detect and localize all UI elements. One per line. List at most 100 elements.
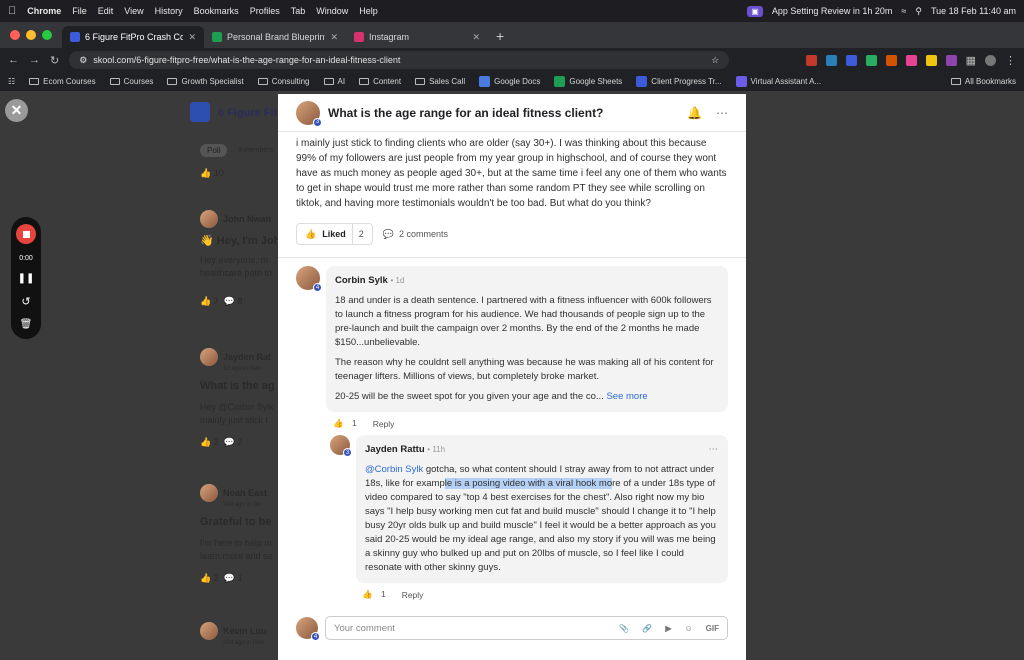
folder-icon xyxy=(257,78,268,85)
bookmark-folder[interactable]: Consulting xyxy=(257,77,310,86)
bookmark-folder[interactable]: Content xyxy=(359,77,401,86)
bell-icon[interactable]: 🔔 xyxy=(687,106,702,120)
apps-icon[interactable]: ☷ xyxy=(8,77,15,86)
maximize-window-button[interactable] xyxy=(42,30,52,40)
attachment-icon[interactable]: 📎 xyxy=(619,624,629,633)
extension-icon[interactable] xyxy=(945,54,957,66)
new-tab-icon[interactable]: + xyxy=(496,28,504,44)
bookmark-link[interactable]: Google Docs xyxy=(479,76,540,87)
like-comment-button[interactable]: 👍 1 xyxy=(333,418,357,429)
pause-icon[interactable]: ❚❚ xyxy=(18,273,35,284)
address-bar[interactable]: ⚙ skool.com/6-figure-fitpro-free/what-is… xyxy=(69,51,730,69)
stop-recording-button[interactable] xyxy=(16,224,36,244)
bookmark-folder[interactable]: AI xyxy=(323,77,346,86)
bookmark-link[interactable]: Virtual Assistant A... xyxy=(735,76,822,87)
feed-post[interactable]: Noah East 24d ago in Ge Grateful to be I… xyxy=(200,484,290,584)
extension-icon[interactable] xyxy=(905,54,917,66)
feed-post[interactable]: John Nwan 👋 Hey, I'm Joh Hey everyone, m… xyxy=(200,210,290,307)
mention-link[interactable]: @Corbin Sylk xyxy=(365,464,423,475)
forward-icon[interactable]: → xyxy=(29,54,40,66)
more-options-icon[interactable]: ⋯ xyxy=(709,443,720,457)
bookmark-folder[interactable]: Ecom Courses xyxy=(29,77,96,86)
tab-fitpro[interactable]: 6 Figure FitPro Crash Course ✕ xyxy=(62,26,204,48)
bookmark-link[interactable]: Google Sheets xyxy=(554,76,622,87)
extension-icon[interactable] xyxy=(885,54,897,66)
menu-help[interactable]: Help xyxy=(359,6,378,16)
bookmark-label: AI xyxy=(337,77,346,86)
all-bookmarks[interactable]: All Bookmarks xyxy=(950,77,1016,86)
menu-dots-icon[interactable]: ⋮ xyxy=(1005,54,1016,67)
gif-button[interactable]: GIF xyxy=(706,624,719,633)
bookmark-link[interactable]: Client Progress Tr... xyxy=(636,76,722,87)
bookmark-folder[interactable]: Growth Specialist xyxy=(167,77,244,86)
feed-post[interactable]: Kevin Luu 29d ago in Gen xyxy=(200,622,290,646)
extension-icon[interactable] xyxy=(825,54,837,66)
search-icon[interactable]: ⚲ xyxy=(915,6,922,17)
screen-record-icon[interactable]: ▣ xyxy=(747,5,763,17)
extension-icon[interactable] xyxy=(865,54,877,66)
menu-view[interactable]: View xyxy=(124,6,143,16)
folder-icon xyxy=(415,78,426,85)
menu-window[interactable]: Window xyxy=(316,6,348,16)
liked-button[interactable]: 👍 Liked 2 xyxy=(296,223,373,245)
bookmark-star-icon[interactable]: ☆ xyxy=(711,55,719,66)
post-likes: 2 xyxy=(213,573,219,583)
reload-icon[interactable]: ↻ xyxy=(50,54,59,67)
wifi-icon[interactable]: ≈ xyxy=(901,6,906,16)
datetime[interactable]: Tue 18 Feb 11:40 am xyxy=(931,6,1016,16)
calendar-notification[interactable]: App Setting Review in 1h 20m xyxy=(772,6,893,16)
site-info-icon[interactable]: ⚙ xyxy=(79,55,87,66)
trash-icon[interactable]: 🗑 xyxy=(20,319,33,330)
profile-avatar[interactable] xyxy=(985,54,996,66)
tab-brand-blueprint[interactable]: Personal Brand Blueprint - Te ✕ xyxy=(204,26,346,48)
menu-profiles[interactable]: Profiles xyxy=(250,6,280,16)
like-comment-button[interactable]: 👍 1 xyxy=(362,589,386,600)
url-text[interactable]: skool.com/6-figure-fitpro-free/what-is-t… xyxy=(93,55,400,65)
reply-button[interactable]: Reply xyxy=(373,419,395,429)
emoji-icon[interactable]: ☺ xyxy=(684,624,692,633)
restart-icon[interactable]: ↺ xyxy=(21,295,30,308)
tab-title: Personal Brand Blueprint - Te xyxy=(227,32,326,42)
see-more-link[interactable]: See more xyxy=(606,391,647,402)
extension-icon[interactable] xyxy=(805,54,817,66)
commenter-name[interactable]: Corbin Sylk xyxy=(335,275,388,286)
author-avatar[interactable]: 3 xyxy=(296,100,322,127)
bookmark-label: Virtual Assistant A... xyxy=(750,77,822,86)
feed-post[interactable]: Jayden Rat 1d ago in Gen What is the ag … xyxy=(200,348,290,448)
menu-tab[interactable]: Tab xyxy=(291,6,306,16)
extension-icon[interactable] xyxy=(925,54,937,66)
poll-badge: Poll xyxy=(200,144,228,157)
close-tab-icon[interactable]: ✕ xyxy=(188,32,196,43)
commenter-name[interactable]: Jayden Rattu xyxy=(365,444,425,455)
commenter-avatar[interactable]: 4 xyxy=(296,266,322,292)
post-snippet: mainly just stick t xyxy=(200,415,269,425)
bookmark-folder[interactable]: Courses xyxy=(109,77,153,86)
post-actions: 👍 Liked 2 💬 2 comments xyxy=(296,223,728,245)
like-count[interactable]: 2 xyxy=(359,229,364,239)
reply-button[interactable]: Reply xyxy=(402,590,424,600)
comment-input[interactable]: Your comment 📎 🔗 ▶ ☺ GIF xyxy=(325,616,728,640)
menu-bookmarks[interactable]: Bookmarks xyxy=(194,6,239,16)
apple-icon[interactable]:  xyxy=(8,5,16,17)
comments-count[interactable]: 💬 2 comments xyxy=(383,229,448,240)
menu-file[interactable]: File xyxy=(72,6,87,16)
commenter-avatar[interactable]: 3 xyxy=(330,435,352,457)
minimize-window-button[interactable] xyxy=(26,30,36,40)
close-tab-icon[interactable]: ✕ xyxy=(472,32,480,43)
close-tab-icon[interactable]: ✕ xyxy=(330,32,338,43)
back-icon[interactable]: ← xyxy=(8,54,19,66)
video-icon[interactable]: ▶ xyxy=(665,624,671,633)
extension-icon[interactable] xyxy=(845,54,857,66)
link-icon[interactable]: 🔗 xyxy=(642,624,652,633)
menu-history[interactable]: History xyxy=(155,6,183,16)
close-modal-button[interactable]: ✕ xyxy=(5,99,28,122)
tab-instagram[interactable]: Instagram ✕ xyxy=(346,26,488,48)
comment-composer: 4 Your comment 📎 🔗 ▶ ☺ GIF xyxy=(296,616,728,641)
menu-edit[interactable]: Edit xyxy=(98,6,114,16)
puzzle-icon[interactable]: ▦ xyxy=(966,54,976,67)
more-options-icon[interactable]: ⋯ xyxy=(716,106,728,120)
bookmark-folder[interactable]: Sales Call xyxy=(415,77,465,86)
thumbs-up-icon: 👍 xyxy=(305,228,317,239)
close-window-button[interactable] xyxy=(10,30,20,40)
app-menu[interactable]: Chrome xyxy=(27,6,61,16)
